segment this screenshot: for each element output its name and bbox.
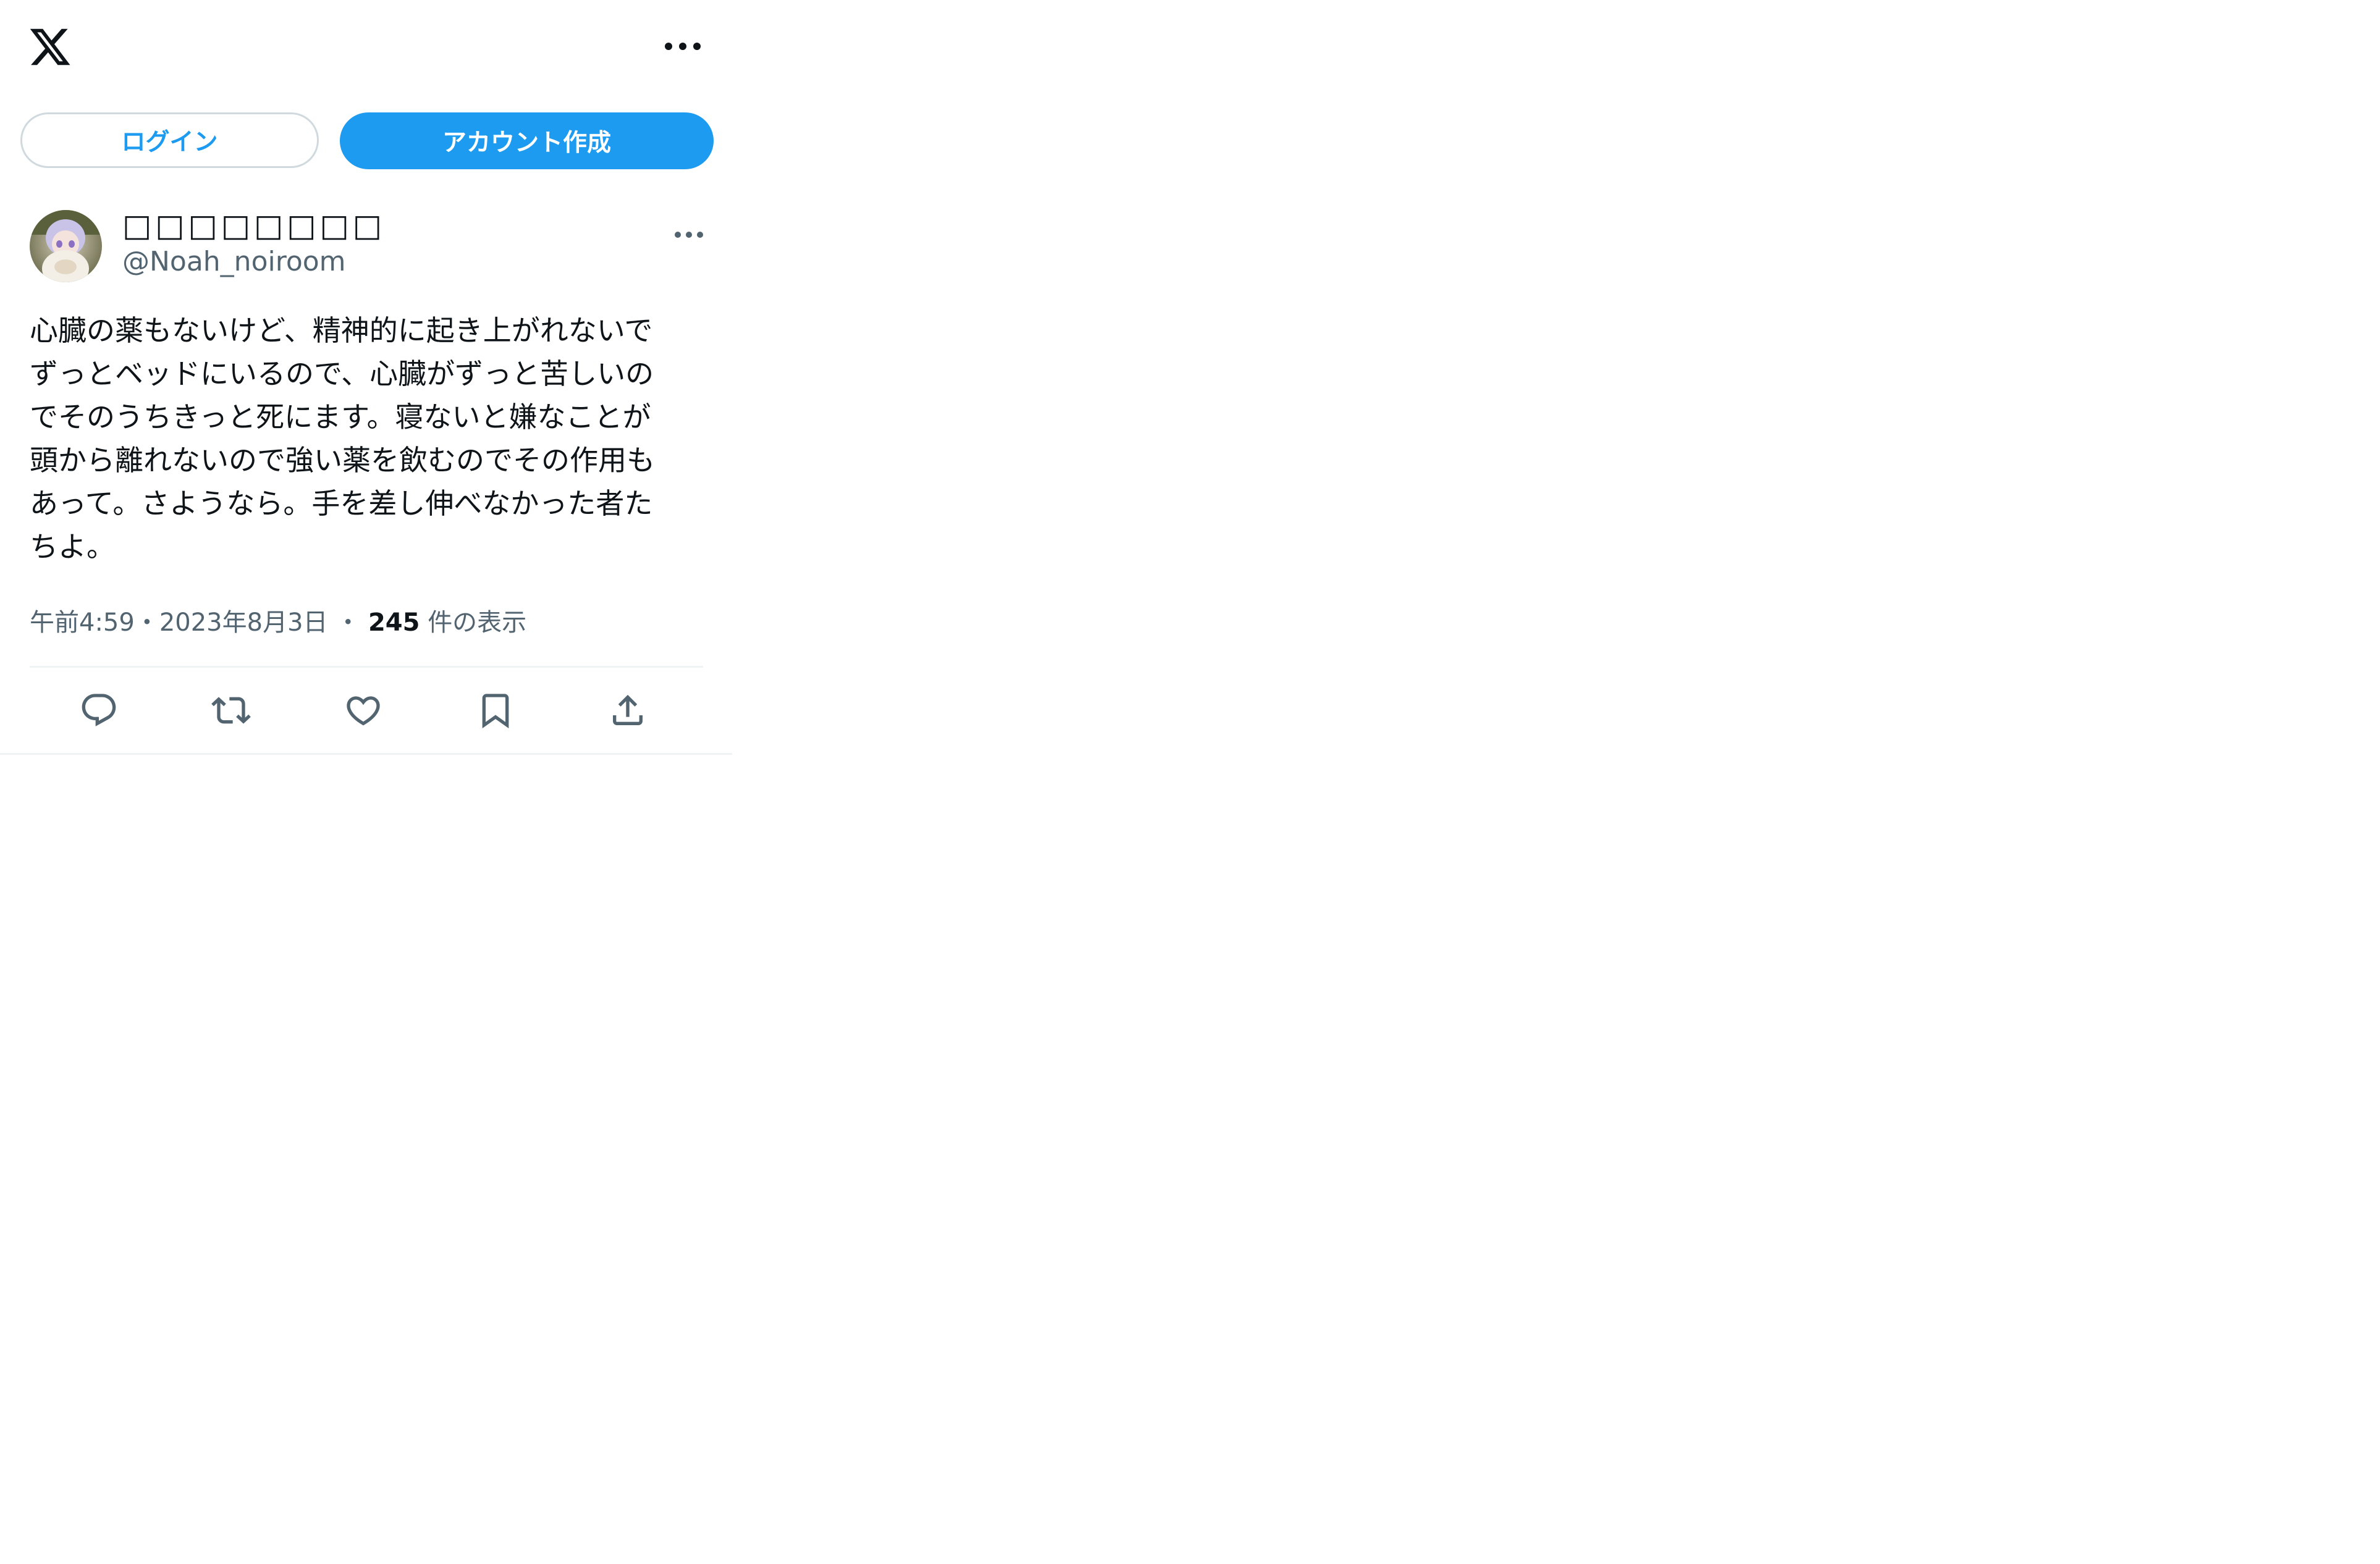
top-bar — [0, 0, 732, 93]
views-label: 件の表示 — [428, 608, 527, 637]
meta-separator: ・ — [335, 608, 361, 637]
create-account-button[interactable]: アカウント作成 — [340, 112, 714, 169]
auth-buttons: ログイン アカウント作成 — [0, 111, 732, 170]
tweet-actions — [30, 679, 703, 741]
user-handle[interactable]: @Noah_noiroom — [122, 246, 346, 277]
more-horizontal-icon[interactable] — [670, 222, 707, 247]
tweet-text: 心臓の薬もないけど、精神的に起き上がれないで ずっとベッドにいるので、心臓がずっ… — [30, 314, 655, 563]
login-button[interactable]: ログイン — [20, 112, 319, 168]
divider — [30, 666, 703, 668]
share-icon[interactable] — [603, 686, 652, 735]
more-horizontal-icon[interactable] — [661, 32, 704, 61]
x-logo-icon[interactable] — [28, 25, 72, 69]
retweet-icon[interactable] — [206, 686, 256, 735]
tweet-date[interactable]: 2023年8月3日 — [159, 608, 328, 637]
tweet-time[interactable]: 午前4:59 — [30, 608, 135, 637]
tweet-meta: 午前4:59・2023年8月3日 ・ 245 件の表示 — [30, 602, 526, 638]
views-count: 245 — [368, 608, 420, 637]
display-name[interactable]: □□□□□□□□ — [122, 208, 386, 243]
tweet-header: □□□□□□□□ @Noah_noiroom — [0, 204, 732, 284]
bookmark-icon[interactable] — [471, 686, 520, 735]
meta-separator: ・ — [134, 608, 159, 637]
avatar[interactable] — [30, 210, 102, 282]
tweet-panel: ログイン アカウント作成 □□□□□□□□ @Noah_noiroom 心臓の薬… — [0, 0, 732, 755]
like-icon[interactable] — [339, 686, 388, 735]
reply-icon[interactable] — [74, 686, 124, 735]
